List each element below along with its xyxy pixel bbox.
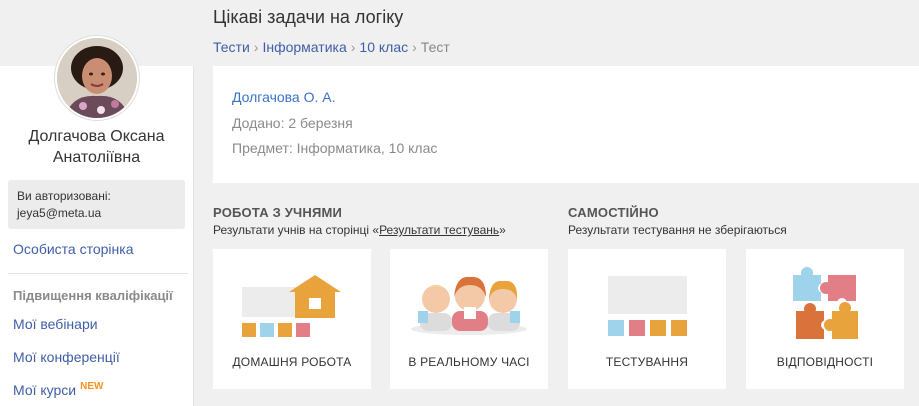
auth-label: Ви авторизовані: — [17, 189, 111, 203]
tile-homework[interactable]: ДОМАШНЯ РОБОТА — [213, 249, 371, 389]
breadcrumb-separator: › — [412, 39, 417, 55]
sidebar-item-courses-label: Мої курси — [13, 382, 77, 398]
author-link[interactable]: Долгачова О. А. — [232, 89, 336, 105]
avatar[interactable] — [55, 36, 139, 120]
tile-realtime-label: В РЕАЛЬНОМУ ЧАСІ — [408, 355, 530, 369]
sidebar-item-conferences[interactable]: Мої конференції — [13, 349, 120, 365]
added-date: Додано: 2 березня — [232, 115, 353, 131]
students-group-icon — [411, 276, 527, 335]
breadcrumb: Тести › Інформатика › 10 клас › Тест — [213, 39, 450, 55]
new-badge: NEW — [80, 381, 104, 392]
testing-board-icon — [608, 276, 687, 336]
tile-homework-label: ДОМАШНЯ РОБОТА — [232, 355, 352, 369]
breadcrumb-separator: › — [350, 39, 356, 55]
sidebar-item-webinars[interactable]: Мої вебінари — [13, 316, 98, 332]
tile-testing-label: ТЕСТУВАННЯ — [605, 355, 689, 369]
section-subtitle-self: Результати тестування не зберігаються — [568, 223, 787, 237]
breadcrumb-separator: › — [253, 39, 259, 55]
sidebar-divider — [8, 273, 188, 274]
subtitle-text: Результати учнів на сторінці « — [213, 223, 380, 237]
tile-testing[interactable]: ТЕСТУВАННЯ — [568, 249, 726, 389]
user-name: Долгачова Оксана Анатоліївна — [28, 128, 165, 166]
breadcrumb-current: Тест — [420, 39, 450, 55]
results-link[interactable]: Результати тестувань — [379, 223, 499, 237]
breadcrumb-grade[interactable]: 10 клас — [359, 39, 408, 55]
test-info-card: Долгачова О. А. Додано: 2 березня Предме… — [213, 66, 919, 183]
section-subtitle-students: Результати учнів на сторінці «Результати… — [213, 223, 506, 237]
tile-realtime[interactable]: В РЕАЛЬНОМУ ЧАСІ — [390, 249, 548, 389]
page-title: Цікаві задачи на логіку — [213, 7, 404, 27]
breadcrumb-tests[interactable]: Тести — [213, 39, 250, 55]
auth-email: jeya5@meta.ua — [17, 206, 102, 220]
puzzle-pieces-icon — [793, 267, 858, 339]
subtitle-text-end: » — [499, 223, 506, 237]
auth-box: Ви авторизовані: jeya5@meta.ua — [8, 180, 185, 229]
section-title-students: РОБОТА З УЧНЯМИ — [213, 205, 343, 220]
section-title-self: САМОСТІЙНО — [568, 205, 659, 220]
homework-house-icon — [242, 275, 341, 337]
personal-page-link[interactable]: Особиста сторінка — [13, 241, 134, 257]
tile-matching-label: ВІДПОВІДНОСТІ — [776, 355, 874, 369]
subject-info: Предмет: Інформатика, 10 клас — [232, 140, 438, 156]
sidebar-section-heading: Підвищення кваліфікації — [13, 288, 173, 303]
tile-matching[interactable]: ВІДПОВІДНОСТІ — [746, 249, 904, 389]
avatar-portrait-icon — [57, 38, 137, 118]
breadcrumb-informatics[interactable]: Інформатика — [262, 39, 346, 55]
sidebar-item-courses[interactable]: Мої курси NEW — [13, 381, 104, 398]
